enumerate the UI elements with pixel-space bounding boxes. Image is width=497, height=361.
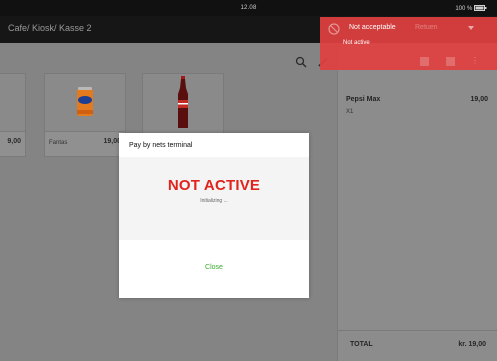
terminal-substatus: Initializing ...	[200, 198, 228, 204]
search-icon[interactable]	[295, 56, 307, 68]
order-total-row: TOTAL kr. 19,00	[338, 330, 497, 361]
terminal-status: NOT ACTIVE	[167, 177, 261, 194]
order-line[interactable]: Pepsi Max 19,00 X1	[346, 96, 488, 115]
fanta-can-icon	[77, 87, 93, 116]
close-button[interactable]: Close	[119, 264, 309, 271]
breadcrumb[interactable]: Cafe/ Kiosk/ Kasse 2	[8, 23, 92, 33]
app-screen: 12.08 100 % Cafe/ Kiosk/ Kasse 2 9,00 Fa…	[0, 0, 497, 361]
product-price: 9,00	[7, 138, 21, 145]
status-bar: 12.08 100 %	[0, 0, 497, 16]
dialog-body: NOT ACTIVE Initializing ...	[119, 157, 309, 240]
dialog-title: Pay by nets terminal	[129, 142, 193, 149]
toast-message: Not active	[343, 40, 370, 46]
chevron-down-icon[interactable]	[468, 26, 474, 30]
toast-title: Not acceptable	[349, 24, 396, 31]
product-card-fantas[interactable]: Fantas 19,00	[44, 73, 126, 157]
product-name: Fantas	[49, 140, 68, 146]
total-label: TOTAL	[350, 341, 373, 348]
print-icon[interactable]	[420, 57, 429, 66]
product-image	[0, 74, 25, 130]
alert-icon	[328, 23, 340, 35]
status-time: 12.08	[240, 5, 257, 11]
order-item-name: Pepsi Max	[346, 96, 381, 103]
battery-indicator: 100 %	[455, 5, 487, 12]
add-icon[interactable]	[446, 57, 455, 66]
return-dropdown[interactable]: Retuen	[415, 24, 438, 31]
total-value: kr. 19,00	[458, 341, 486, 348]
coca-cola-bottle-icon	[178, 76, 188, 128]
order-item-price: 19,00	[470, 96, 488, 103]
more-icon[interactable]: ⋮	[471, 57, 479, 65]
error-toast[interactable]: Not acceptable Retuen Not active ⋮	[320, 17, 497, 70]
battery-level: 100 %	[455, 6, 473, 12]
product-card-footer: 9,00	[0, 131, 25, 156]
order-panel: Pepsi Max 19,00 X1 TOTAL kr. 19,00	[337, 43, 497, 361]
product-card-footer: Fantas 19,00	[45, 131, 125, 156]
product-image	[45, 74, 125, 130]
product-card[interactable]: 9,00	[0, 73, 26, 157]
battery-icon	[474, 5, 487, 11]
payment-dialog: Pay by nets terminal NOT ACTIVE Initiali…	[119, 133, 309, 298]
order-item-quantity: X1	[346, 109, 354, 115]
product-image	[143, 74, 223, 130]
